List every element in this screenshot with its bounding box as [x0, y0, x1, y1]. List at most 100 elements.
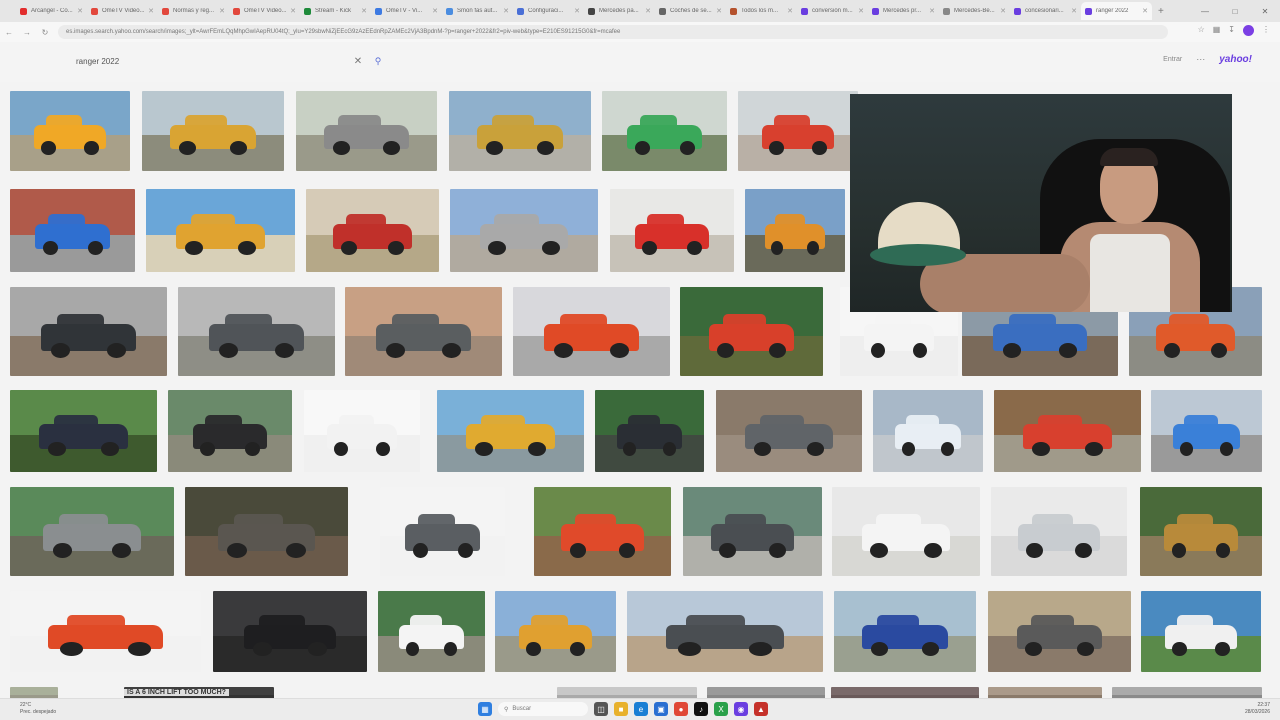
browser-tab[interactable]: Mercedes pa... ✕ — [584, 2, 655, 20]
image-thumbnail[interactable] — [991, 487, 1127, 576]
image-thumbnail[interactable] — [627, 591, 823, 672]
image-thumbnail[interactable] — [610, 189, 734, 272]
image-thumbnail[interactable] — [534, 487, 671, 576]
new-tab-icon[interactable]: + — [1152, 6, 1170, 17]
image-thumbnail[interactable] — [437, 390, 584, 472]
image-thumbnail[interactable] — [738, 91, 858, 171]
image-thumbnail[interactable] — [1140, 487, 1262, 576]
browser-tab[interactable]: Normas y reg... ✕ — [158, 2, 229, 20]
browser-tab[interactable]: Configuraci... ✕ — [513, 2, 584, 20]
image-thumbnail[interactable] — [185, 487, 348, 576]
apps-grid-icon[interactable]: ⋯ — [1196, 54, 1205, 65]
image-thumbnail[interactable] — [513, 287, 670, 376]
image-thumbnail[interactable] — [745, 189, 845, 272]
maximize-icon[interactable]: □ — [1220, 7, 1250, 16]
menu-icon[interactable]: ⋮ — [1262, 25, 1270, 36]
tiktok-icon[interactable]: ♪ — [694, 702, 708, 716]
image-thumbnail[interactable] — [10, 487, 174, 576]
search-box[interactable]: ranger 2022 ✕ ⚲ — [68, 51, 388, 71]
taskbar-search[interactable]: ⚲ Buscar — [498, 702, 588, 716]
tab-close-icon[interactable]: ✕ — [716, 7, 722, 15]
weather-widget[interactable]: 22°C Prec. despejado — [20, 702, 56, 716]
tab-close-icon[interactable]: ✕ — [858, 7, 864, 15]
image-thumbnail[interactable] — [296, 91, 437, 171]
image-thumbnail[interactable] — [168, 390, 292, 472]
tab-close-icon[interactable]: ✕ — [290, 7, 296, 15]
tab-close-icon[interactable]: ✕ — [432, 7, 438, 15]
tab-close-icon[interactable]: ✕ — [645, 7, 651, 15]
tab-close-icon[interactable]: ✕ — [77, 7, 83, 15]
image-thumbnail[interactable] — [345, 287, 502, 376]
search-icon[interactable]: ⚲ — [368, 56, 388, 67]
tab-close-icon[interactable]: ✕ — [148, 7, 154, 15]
reload-icon[interactable]: ↻ — [36, 28, 54, 37]
address-bar[interactable]: es.images.search.yahoo.com/search/images… — [58, 25, 1168, 39]
signin-link[interactable]: Entrar — [1163, 56, 1182, 63]
browser-tab[interactable]: concesionari... ✕ — [1010, 2, 1081, 20]
download-icon[interactable]: ↧ — [1228, 25, 1235, 36]
back-icon[interactable]: ← — [0, 28, 18, 37]
browser-tab[interactable]: conversión m... ✕ — [797, 2, 868, 20]
start-icon[interactable]: ▦ — [478, 702, 492, 716]
tab-close-icon[interactable]: ✕ — [929, 7, 935, 15]
image-thumbnail[interactable] — [595, 390, 704, 472]
search-input[interactable]: ranger 2022 — [68, 57, 348, 66]
image-thumbnail[interactable] — [213, 591, 367, 672]
image-thumbnail[interactable] — [304, 390, 420, 472]
minimize-icon[interactable]: — — [1190, 7, 1220, 16]
image-thumbnail[interactable] — [306, 189, 439, 272]
edge-icon[interactable]: e — [634, 702, 648, 716]
image-thumbnail[interactable] — [988, 591, 1131, 672]
image-thumbnail[interactable] — [994, 390, 1141, 472]
tab-close-icon[interactable]: ✕ — [1071, 7, 1077, 15]
forward-icon[interactable]: → — [18, 28, 36, 37]
image-thumbnail[interactable] — [10, 91, 130, 171]
close-window-icon[interactable]: ✕ — [1250, 7, 1280, 16]
tab-close-icon[interactable]: ✕ — [787, 7, 793, 15]
image-thumbnail[interactable] — [449, 91, 591, 171]
image-thumbnail[interactable] — [832, 487, 980, 576]
browser-tab[interactable]: OmeTV Video... ✕ — [229, 2, 300, 20]
browser-tab[interactable]: ranger 2022 ✕ — [1081, 2, 1152, 20]
file-explorer-icon[interactable]: ■ — [614, 702, 628, 716]
image-thumbnail[interactable] — [380, 487, 505, 576]
image-thumbnail[interactable] — [834, 591, 976, 672]
extensions-icon[interactable]: ▦ — [1213, 25, 1221, 36]
image-thumbnail[interactable] — [1151, 390, 1262, 472]
tab-close-icon[interactable]: ✕ — [361, 7, 367, 15]
image-thumbnail[interactable] — [10, 287, 167, 376]
image-thumbnail[interactable] — [680, 287, 823, 376]
image-thumbnail[interactable] — [495, 591, 616, 672]
browser-tab[interactable]: Mercedes-Be... ✕ — [939, 2, 1010, 20]
browser-tab[interactable]: Mercedes pr... ✕ — [868, 2, 939, 20]
obs-icon[interactable]: ◉ — [734, 702, 748, 716]
tab-close-icon[interactable]: ✕ — [503, 7, 509, 15]
task-view-icon[interactable]: ◫ — [594, 702, 608, 716]
bookmark-star-icon[interactable]: ☆ — [1198, 25, 1205, 36]
xbox-icon[interactable]: X — [714, 702, 728, 716]
tab-close-icon[interactable]: ✕ — [574, 7, 580, 15]
yahoo-logo[interactable]: yahoo! — [1219, 54, 1252, 65]
browser-tab[interactable]: Stream - Kick ✕ — [300, 2, 371, 20]
image-thumbnail[interactable] — [873, 390, 983, 472]
browser-tab[interactable]: Smon fas aut... ✕ — [442, 2, 513, 20]
image-thumbnail[interactable] — [142, 91, 284, 171]
system-clock[interactable]: 22:37 28/03/2026 — [1245, 702, 1270, 716]
browser-tab[interactable]: Arcangel - Co... ✕ — [16, 2, 87, 20]
tab-close-icon[interactable]: ✕ — [1000, 7, 1006, 15]
image-thumbnail[interactable] — [10, 591, 201, 672]
profile-avatar[interactable] — [1243, 25, 1254, 36]
image-thumbnail[interactable] — [716, 390, 862, 472]
image-thumbnail[interactable] — [1141, 591, 1261, 672]
chrome-icon[interactable]: ● — [674, 702, 688, 716]
browser-tab[interactable]: OmeTV Video... ✕ — [87, 2, 158, 20]
clear-search-icon[interactable]: ✕ — [348, 56, 368, 67]
browser-tab[interactable]: OmeTV - Vi... ✕ — [371, 2, 442, 20]
store-icon[interactable]: ▣ — [654, 702, 668, 716]
app-icon[interactable]: ▲ — [754, 702, 768, 716]
image-thumbnail[interactable] — [602, 91, 727, 171]
image-thumbnail[interactable] — [683, 487, 822, 576]
browser-tab[interactable]: Todos los m... ✕ — [726, 2, 797, 20]
image-thumbnail[interactable] — [10, 390, 157, 472]
tab-close-icon[interactable]: ✕ — [1142, 7, 1148, 15]
